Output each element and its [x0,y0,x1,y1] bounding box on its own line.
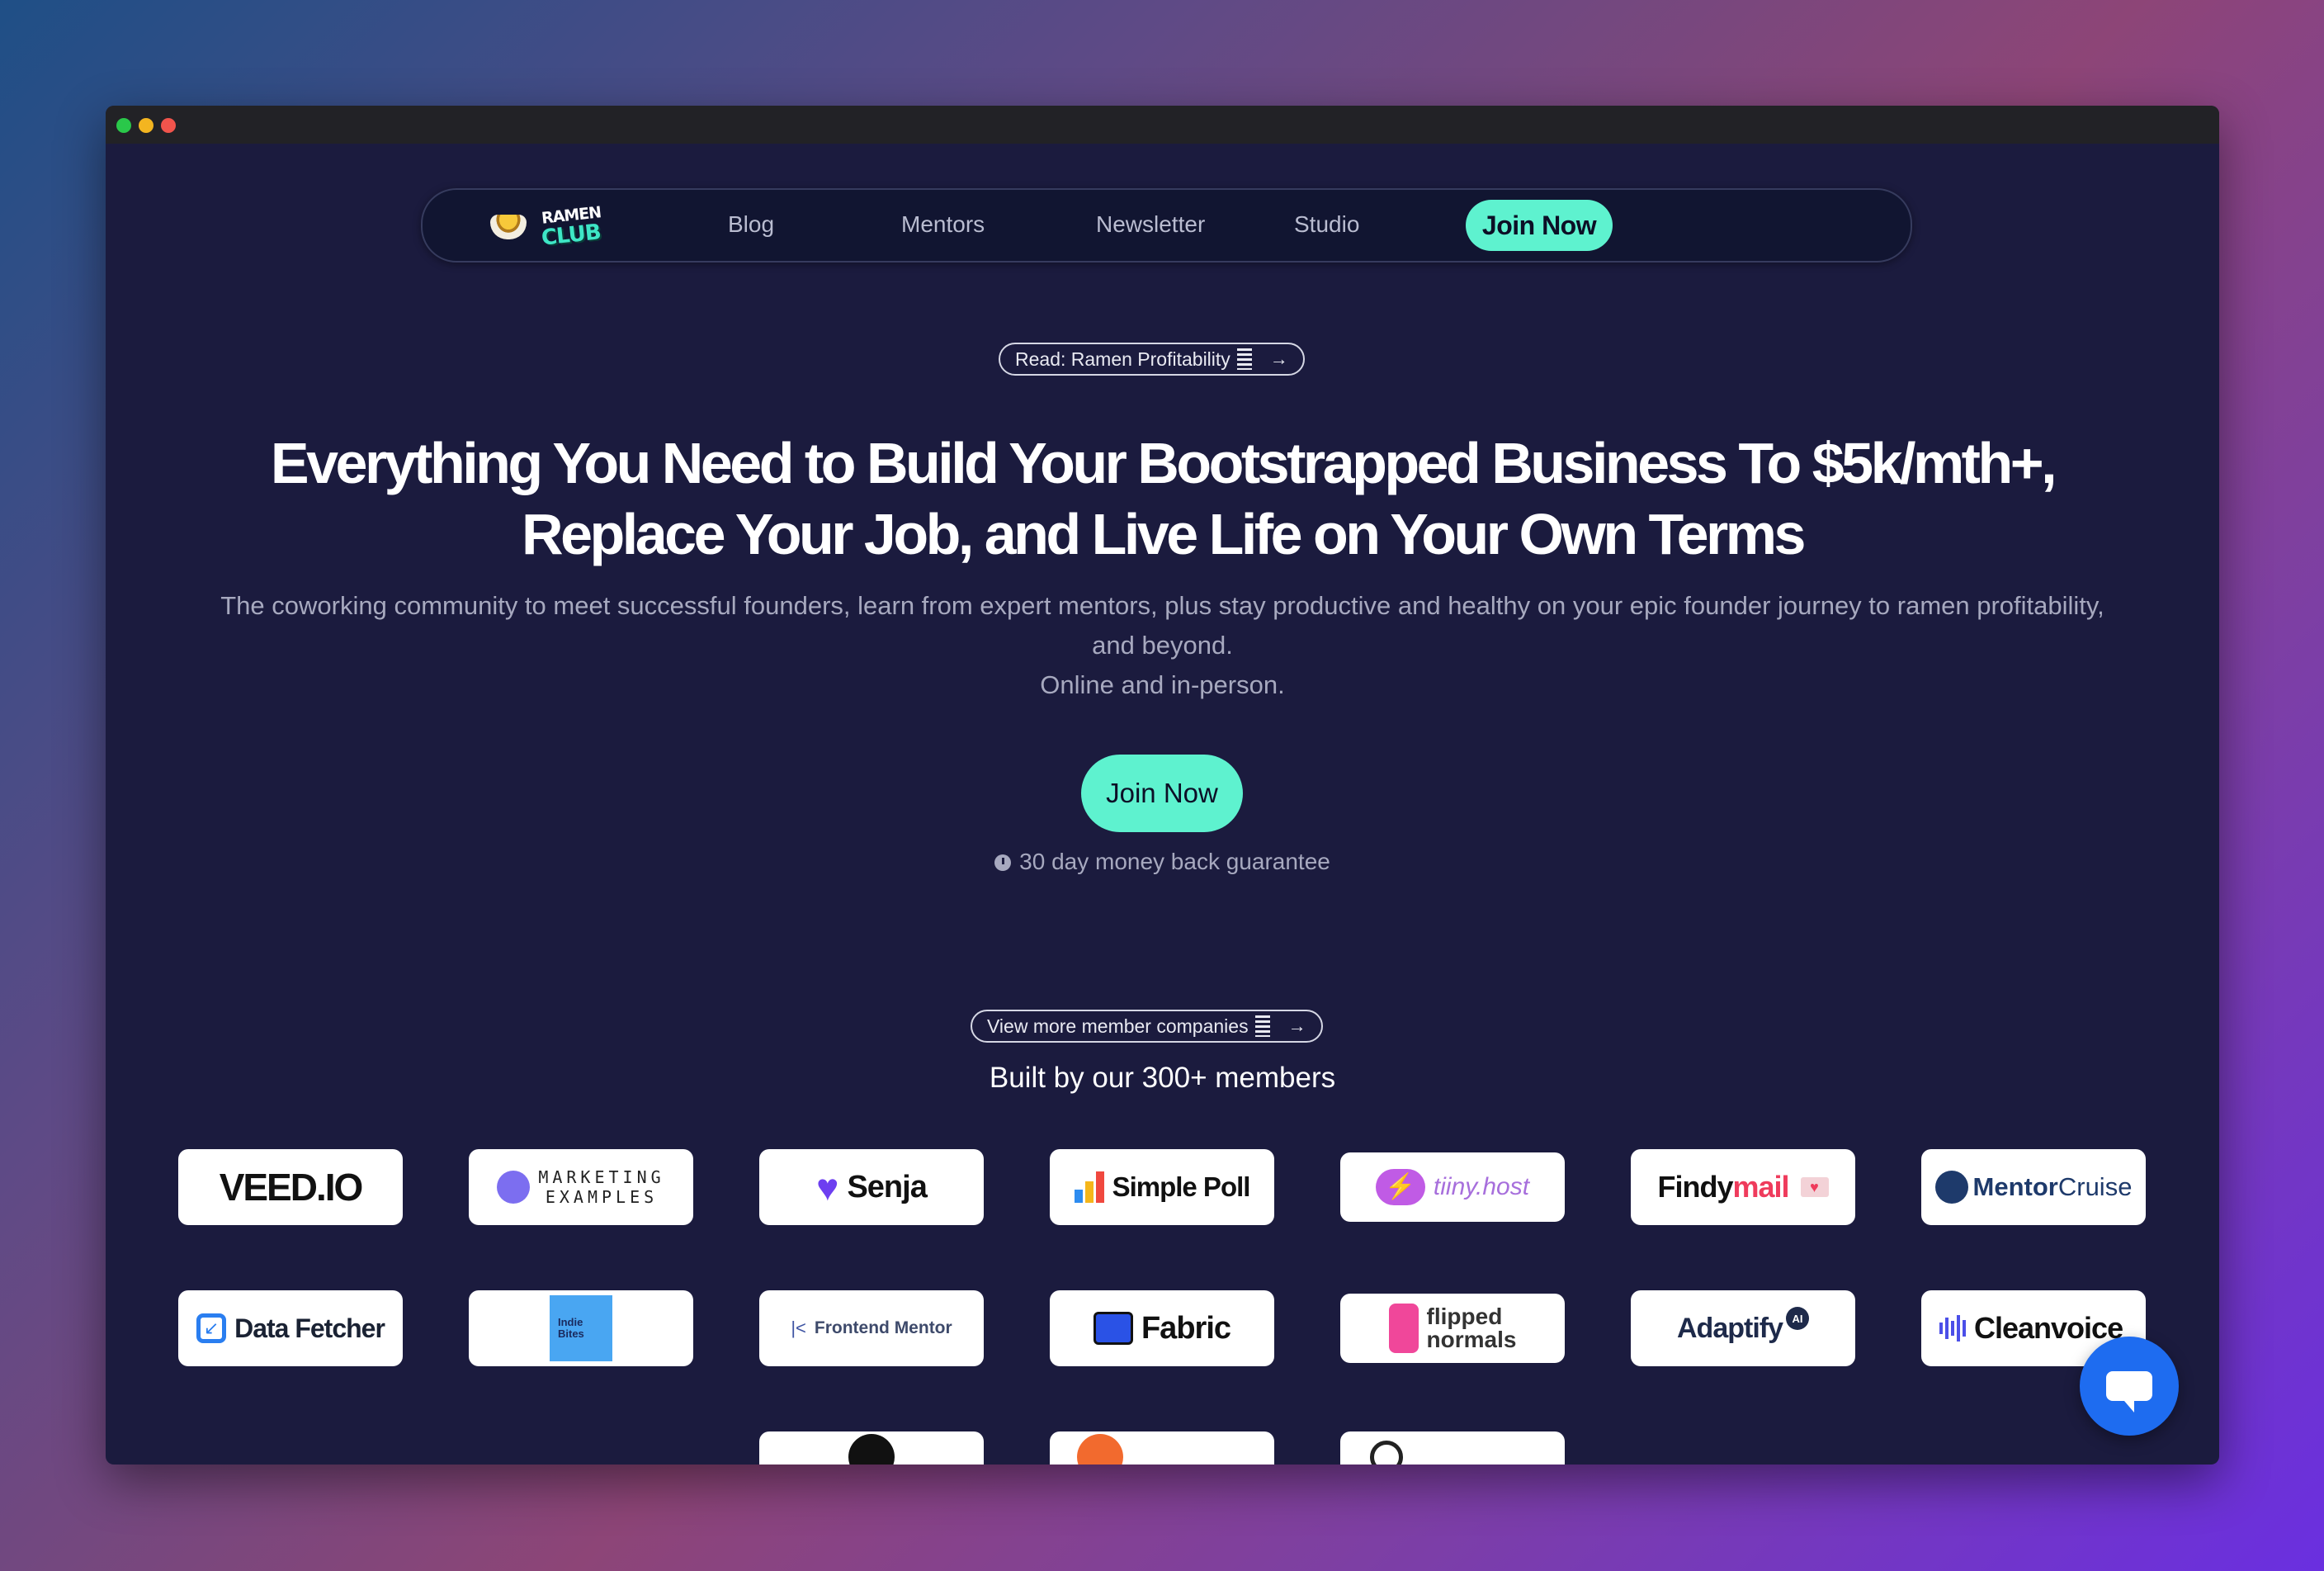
chat-bubble-icon [2106,1371,2152,1412]
company-name: Simple Poll [1112,1171,1251,1202]
company-name: tiiny.host [1433,1173,1530,1200]
company-name-line-1: flipped [1426,1304,1503,1329]
company-card-frontend-mentor[interactable]: |< Frontend Mentor [759,1290,984,1366]
company-card-findymail[interactable]: Findy mail ♥ [1631,1149,1855,1225]
window-zoom-button[interactable] [116,118,131,133]
company-name: Frontend Mentor [814,1318,952,1337]
subtitle-line-1: The coworking community to meet successf… [220,591,2104,620]
company-name: Fabric [1141,1310,1231,1346]
view-pill-label: View more member companies [987,1015,1249,1037]
subtitle-line-3: Online and in-person. [1040,670,1285,699]
arrow-right-icon: → [1287,1015,1306,1036]
company-name: Data Fetcher [234,1313,385,1343]
guarantee-note: 30 day money back guarantee [106,849,2219,875]
folder-face-icon [1093,1312,1133,1345]
arrow-right-icon: → [1269,348,1288,369]
members-heading: Built by our 300+ members [989,1062,1336,1094]
ai-badge: AI [1786,1307,1809,1330]
nav-link-studio[interactable]: Studio [1294,211,1359,238]
chat-widget-button[interactable] [2080,1337,2179,1436]
company-card-simple-poll[interactable]: Simple Poll [1050,1149,1274,1225]
headline-line-2: Replace Your Job, and Live Life on Your … [522,502,1806,566]
ring-logo-icon [1370,1441,1403,1465]
read-profitability-link[interactable]: Read: Ramen Profitability → [999,343,1305,376]
company-card-row3-2[interactable] [1050,1431,1274,1465]
document-icon [1254,1015,1270,1037]
sound-wave-icon [1939,1314,1966,1342]
company-name-line-2: EXAMPLES [545,1187,659,1207]
read-pill-label: Read: Ramen Profitability [1015,348,1230,370]
nav-link-newsletter[interactable]: Newsletter [1096,211,1205,238]
subtitle-line-2: and beyond. [1092,631,1233,660]
company-card-indie-bites[interactable]: Indie Bites [469,1290,693,1366]
company-card-flipped-normals[interactable]: flipped normals [1340,1294,1565,1363]
company-card-data-fetcher[interactable]: ↙ Data Fetcher [178,1290,403,1366]
mail-heart-icon: ♥ [1800,1177,1829,1197]
bar-chart-icon [1074,1171,1104,1203]
company-name: Cleanvoice [1974,1311,2123,1345]
clock-icon [994,854,1012,871]
view-member-companies-link[interactable]: View more member companies → [971,1010,1323,1043]
company-card-row3-1[interactable] [759,1431,984,1465]
ramen-club-logo[interactable]: RAMEN CLUB [490,203,606,251]
company-name: Senja [847,1169,927,1204]
ship-logo-icon [1934,1171,1968,1204]
title-bar [106,106,2219,144]
nav-join-button[interactable]: Join Now [1466,200,1613,251]
company-name: MARKETING EXAMPLES [538,1167,664,1207]
browser-window: RAMEN CLUB Blog Mentors Newsletter Studi… [106,106,2219,1465]
window-minimize-button[interactable] [139,118,154,133]
nav-link-mentors[interactable]: Mentors [901,211,985,238]
hero-headline: Everything You Need to Build Your Bootst… [106,428,2219,570]
company-card-tiiny-host[interactable]: ⚡ tiiny.host [1340,1152,1565,1222]
hero-join-button[interactable]: Join Now [1081,755,1243,832]
company-card-mentorcruise[interactable]: Mentor Cruise [1921,1149,2146,1225]
hero-subtitle: The coworking community to meet successf… [155,586,2170,705]
headline-line-1: Everything You Need to Build Your Bootst… [270,431,2057,495]
lightbulb-icon [497,1171,531,1204]
indie-bites-line-2: Bites [558,1327,584,1340]
company-name-part-1: Mentor [1972,1172,2058,1201]
logo-text-club: CLUB [540,220,602,251]
indie-bites-line-1: Indie [558,1316,583,1328]
company-name-line-1: MARKETING [538,1167,665,1187]
company-name-part-1: Findy [1657,1170,1733,1204]
document-icon [1236,348,1252,370]
heart-icon: ♥ [816,1166,839,1209]
top-nav: RAMEN CLUB Blog Mentors Newsletter Studi… [421,188,1912,263]
ramen-bowl-icon [490,215,527,239]
company-card-marketing-examples[interactable]: MARKETING EXAMPLES [469,1149,693,1225]
company-card-row3-3[interactable] [1340,1431,1565,1465]
indie-bites-logo: Indie Bites [550,1295,612,1361]
company-card-adaptify[interactable]: Adaptify AI [1631,1290,1855,1366]
company-name-part-2: Cruise [2057,1172,2133,1201]
checkbox-arrow-icon: ↙ [196,1313,227,1343]
company-name: Adaptify [1677,1312,1783,1344]
company-name-part-2: mail [1732,1170,1789,1204]
window-close-button[interactable] [161,118,176,133]
lightning-cloud-icon: ⚡ [1375,1169,1425,1205]
orange-circle-logo [1077,1434,1123,1465]
f-logo-icon [1388,1304,1419,1353]
company-card-veed[interactable]: VEED.IO [178,1149,403,1225]
company-name: flipped normals [1427,1305,1517,1351]
company-card-fabric[interactable]: Fabric [1050,1290,1274,1366]
black-circle-logo [848,1434,895,1465]
nav-link-blog[interactable]: Blog [728,211,774,238]
company-card-senja[interactable]: ♥ Senja [759,1149,984,1225]
guarantee-text: 30 day money back guarantee [1019,849,1330,874]
code-bracket-icon: |< [791,1318,806,1338]
company-name-line-2: normals [1426,1327,1517,1352]
company-name: VEED.IO [219,1166,364,1209]
